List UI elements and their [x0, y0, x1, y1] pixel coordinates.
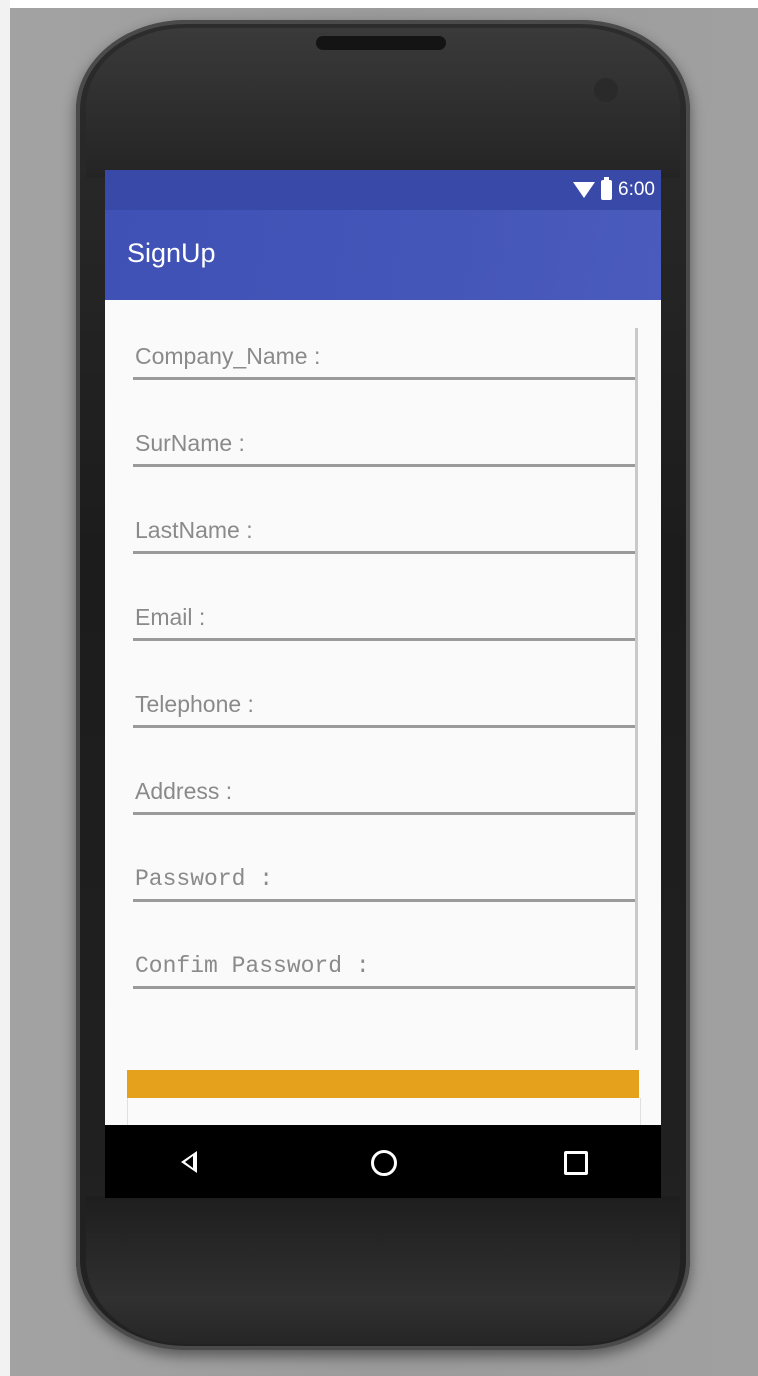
field-underline — [133, 377, 635, 380]
status-icons: 6:00 — [573, 177, 655, 202]
address-field[interactable]: Address : — [133, 755, 635, 815]
lastname-hint: LastName : — [135, 517, 253, 543]
field-underline — [133, 464, 635, 467]
wifi-icon — [573, 182, 596, 198]
telephone-hint: Telephone : — [135, 691, 254, 717]
status-clock: 6:00 — [618, 179, 655, 200]
surname-hint: SurName : — [135, 430, 245, 456]
app-bar: SignUp — [105, 210, 661, 300]
recents-square-icon[interactable] — [564, 1151, 588, 1175]
field-underline — [133, 638, 635, 641]
back-triangle-icon[interactable] — [181, 1151, 197, 1173]
telephone-field[interactable]: Telephone : — [133, 668, 635, 728]
navigation-bar — [105, 1125, 661, 1198]
confirm-password-field[interactable]: Confim Password : — [133, 929, 635, 989]
background-edge-left — [0, 0, 10, 1376]
company-name-hint: Company_Name : — [135, 343, 321, 369]
form-footer — [127, 1098, 641, 1126]
field-underline — [133, 551, 635, 554]
front-camera — [594, 78, 618, 102]
address-hint: Address : — [135, 778, 233, 804]
phone-top-bezel — [86, 28, 680, 178]
field-underline — [133, 812, 635, 815]
status-bar: 6:00 — [105, 170, 661, 210]
earpiece-speaker — [316, 36, 446, 50]
company-name-field[interactable]: Company_Name : — [133, 320, 635, 380]
password-field[interactable]: Password : — [133, 842, 635, 902]
phone-bottom-bezel — [86, 1196, 680, 1344]
email-field[interactable]: Email : — [133, 581, 635, 641]
signup-button[interactable] — [127, 1070, 639, 1098]
surname-field[interactable]: SurName : — [133, 407, 635, 467]
field-underline — [133, 725, 635, 728]
confirm-password-hint: Confim Password : — [135, 953, 370, 979]
field-underline — [133, 986, 635, 989]
phone-screen: 6:00 SignUp Company_Name : SurName : Las… — [105, 170, 661, 1198]
field-underline — [133, 899, 635, 902]
page-title: SignUp — [127, 238, 216, 268]
email-hint: Email : — [135, 604, 206, 630]
battery-icon — [601, 177, 613, 200]
background-edge-top — [0, 0, 758, 8]
scrollbar[interactable] — [635, 328, 638, 1050]
password-hint: Password : — [135, 866, 274, 892]
home-circle-icon[interactable] — [371, 1150, 397, 1176]
lastname-field[interactable]: LastName : — [133, 494, 635, 554]
